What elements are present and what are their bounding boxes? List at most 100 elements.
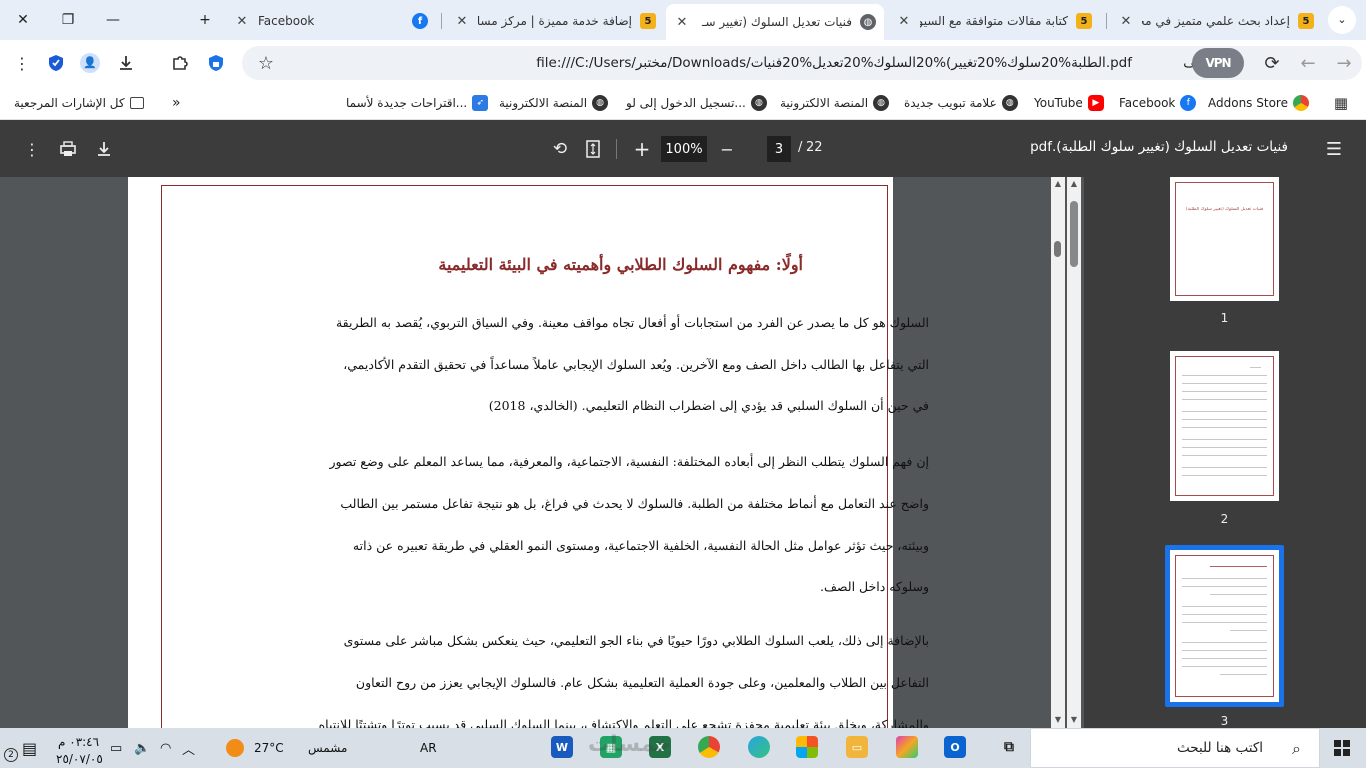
tab-close-icon[interactable]: ✕ <box>234 14 250 29</box>
tab-facebook[interactable]: f Facebook ✕ <box>226 6 436 36</box>
bookmarks-overflow-button[interactable]: » <box>172 93 181 113</box>
bookmark-item[interactable]: ▶ YouTube <box>1034 93 1104 113</box>
tab-close-icon[interactable]: ✕ <box>896 14 912 29</box>
tab-close-icon[interactable]: ✕ <box>674 15 690 30</box>
pdf-viewer[interactable]: أولًا: مفهوم السلوك الطلابي وأهميته في ا… <box>0 177 1084 728</box>
downloads-button[interactable] <box>112 49 140 77</box>
thumbnail-text-line <box>1182 383 1267 384</box>
minimize-window-button[interactable]: — <box>90 0 136 40</box>
zoom-level[interactable]: 100% <box>661 136 707 162</box>
paragraph-line: التفاعل بين الطلاب والمعلمين، وعلى جودة … <box>355 675 929 690</box>
thumbnail-scrollbar[interactable]: ▲ ▼ <box>1067 177 1081 728</box>
windows-start-icon[interactable] <box>1334 740 1350 756</box>
thumbnail-page-1[interactable]: فنيات تعديل السلوك (تغيير سلوك الطلبة) <box>1170 177 1279 301</box>
thumbnail-text-line <box>1210 566 1267 567</box>
bookmark-item[interactable]: f Facebook <box>1119 93 1197 113</box>
chrome-icon[interactable] <box>698 736 720 758</box>
tab-close-icon[interactable]: ✕ <box>1118 14 1134 29</box>
weather-temp[interactable]: 27°C <box>254 736 284 760</box>
scrollbar-thumb[interactable] <box>1054 241 1061 257</box>
scrollbar-thumb[interactable] <box>1070 201 1078 267</box>
print-button[interactable] <box>56 137 80 161</box>
grid-icon: ▦ <box>1333 94 1349 112</box>
scroll-down-arrow-icon[interactable]: ▼ <box>1053 715 1063 725</box>
khamsat-icon: 5 <box>640 13 656 29</box>
globe-icon: ◍ <box>1001 95 1018 111</box>
scroll-down-arrow-icon[interactable]: ▼ <box>1069 715 1079 725</box>
language-indicator[interactable]: AR <box>420 736 437 760</box>
tab-title: إعداد بحث علمي متميز في مخـ <box>1142 14 1290 28</box>
close-icon: ✕ <box>17 12 29 28</box>
file-explorer-icon[interactable]: ▭ <box>846 736 868 758</box>
rotate-button[interactable]: ⟲ <box>548 137 572 161</box>
wifi-icon[interactable]: ◠ <box>160 736 171 760</box>
new-tab-button[interactable]: + <box>182 0 228 40</box>
bookmark-item[interactable]: ◍ تسجيل الدخول إلى لو... <box>626 93 767 113</box>
pdf-more-button[interactable]: ⋮ <box>20 137 44 161</box>
notification-icon[interactable]: ▤ <box>22 736 37 760</box>
vpn-toggle-button[interactable]: VPN <box>1192 48 1244 78</box>
tab-close-icon[interactable]: ✕ <box>454 14 470 29</box>
thumbnail-page-3[interactable] <box>1170 550 1279 702</box>
tab-research[interactable]: 5 إعداد بحث علمي متميز في مخـ ✕ <box>1110 6 1322 36</box>
minus-icon: − <box>720 139 734 159</box>
tab-title: فنيات تعديل السلوك (تغيير سـ <box>701 15 852 29</box>
apps-button[interactable]: ▦ <box>1327 89 1355 117</box>
thumbnail-text-line <box>1182 427 1267 428</box>
forward-button[interactable]: ← <box>1294 49 1322 77</box>
bookmark-label: Facebook <box>1119 96 1176 110</box>
bookmark-item[interactable]: ➶ اقتراحات جديدة لأسما... <box>346 93 489 113</box>
bookmark-item[interactable]: ◍ المنصة الالكترونية <box>499 93 609 113</box>
bookmark-star-button[interactable]: ☆ <box>252 49 280 77</box>
bookmark-item[interactable]: ◍ المنصة الالكترونية <box>780 93 890 113</box>
reload-button[interactable]: ⟳ <box>1258 49 1286 77</box>
zoom-out-button[interactable]: − <box>715 137 739 161</box>
url-text[interactable]: file:///C:/Users/مختبر/Downloads/الطلبة%… <box>536 55 1132 71</box>
scroll-up-arrow-icon[interactable]: ▲ <box>1053 179 1063 189</box>
chevron-up-icon[interactable]: ︿ <box>182 736 195 760</box>
edge-icon[interactable] <box>748 736 770 758</box>
battery-icon[interactable]: ▭ <box>110 736 122 760</box>
viewer-scrollbar[interactable]: ▲ ▼ <box>1051 177 1065 728</box>
tab-seo[interactable]: 5 كتابة مقالات متوافقة مع السيو ✕ <box>888 6 1100 36</box>
task-view-icon[interactable]: ⧉ <box>998 736 1020 758</box>
browser-toolbar: ⋮ 👤 ☆ file:///C:/Users/مختبر/Downloads/ا… <box>0 40 1366 86</box>
sidebar-toggle-button[interactable]: ☰ <box>1322 137 1346 161</box>
weather-label[interactable]: مشمس <box>308 736 347 760</box>
fit-page-button[interactable] <box>581 137 605 161</box>
printer-icon <box>60 141 76 156</box>
menu-button[interactable]: ⋮ <box>8 49 36 77</box>
zoom-in-button[interactable]: + <box>630 137 654 161</box>
clock-date[interactable]: ٢٥/٠٧/٠٥ <box>56 747 103 771</box>
profile-button[interactable]: 👤 <box>76 49 104 77</box>
hamburger-icon: ☰ <box>1325 138 1343 160</box>
thumbnail-text-line <box>1182 419 1267 420</box>
back-button[interactable]: → <box>1330 49 1358 77</box>
minimize-icon: — <box>106 12 120 28</box>
tab-search-button[interactable]: ⌄ <box>1326 4 1358 36</box>
thumbnail-text-line <box>1182 658 1267 659</box>
word-icon[interactable]: W <box>551 736 573 758</box>
taskbar-search[interactable]: ⌕ اكتب هنا للبحث <box>1030 728 1320 768</box>
microsoft-store-icon[interactable] <box>796 736 818 758</box>
tab-pdf-active[interactable]: ◍ فنيات تعديل السلوك (تغيير سـ ✕ <box>666 4 884 40</box>
copilot-icon[interactable] <box>896 736 918 758</box>
restore-window-button[interactable]: ❐ <box>45 0 91 40</box>
bookmark-item[interactable]: ◍ علامة تبويب جديدة <box>904 93 1018 113</box>
tab-service[interactable]: 5 إضافة خدمة مميزة | مركز مساعـ ✕ <box>446 6 664 36</box>
all-bookmarks-folder[interactable]: كل الإشارات المرجعية <box>14 93 144 113</box>
outlook-icon[interactable]: O <box>944 736 966 758</box>
bookmark-item[interactable]: Addons Store <box>1208 93 1309 113</box>
extensions-button[interactable] <box>166 49 194 77</box>
scroll-up-arrow-icon[interactable]: ▲ <box>1069 179 1079 189</box>
close-window-button[interactable]: ✕ <box>0 0 46 40</box>
speaker-icon[interactable]: 🔈 <box>134 736 150 760</box>
store-icon <box>1292 95 1309 111</box>
download-pdf-button[interactable] <box>92 137 116 161</box>
thumbnail-page-2[interactable] <box>1170 351 1279 501</box>
page-number-input[interactable]: 3 <box>767 136 791 162</box>
extension-shield-button[interactable] <box>42 49 70 77</box>
arrow-left-icon: → <box>1336 52 1352 74</box>
thumbnail-text-line <box>1182 411 1267 412</box>
vpn-shield-button[interactable] <box>202 49 230 77</box>
